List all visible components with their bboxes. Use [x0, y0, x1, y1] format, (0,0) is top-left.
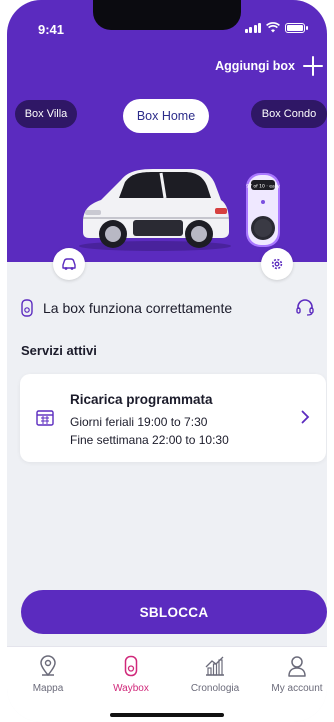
status-icons — [244, 22, 308, 33]
chip-box-home[interactable]: Box Home — [123, 99, 209, 133]
add-box-label: Aggiungi box — [215, 59, 295, 73]
map-pin-icon — [40, 655, 56, 677]
car-image — [79, 169, 231, 251]
add-box-button[interactable]: Aggiungi box — [215, 56, 323, 76]
chevron-right-icon — [301, 410, 310, 424]
chip-box-villa[interactable]: Box Villa — [15, 100, 77, 128]
chart-icon — [205, 656, 224, 676]
signal-icon — [244, 22, 261, 33]
wifi-icon — [266, 22, 280, 33]
headset-icon[interactable] — [295, 298, 315, 316]
card-title: Ricarica programmata — [70, 392, 213, 407]
status-time: 9:41 — [38, 22, 65, 37]
tab-mappa-label: Mappa — [32, 683, 64, 694]
active-services-title: Servizi attivi — [21, 343, 97, 358]
tab-mappa[interactable]: Mappa — [13, 655, 83, 694]
hero-header: 9:41 Aggiungi box Box Villa Box Home Box… — [7, 0, 327, 262]
charger-screen-text: 97 of 10 · easy — [246, 184, 280, 190]
box-status-text: La box funziona correttamente — [43, 300, 233, 316]
charger-icon — [124, 655, 138, 677]
battery-icon — [285, 22, 308, 33]
plus-icon — [303, 56, 323, 76]
tab-waybox[interactable]: Waybox — [96, 655, 166, 694]
home-indicator — [110, 713, 224, 717]
weekday-schedule: Giorni feriali 19:00 to 7:30 — [70, 415, 208, 429]
settings-button[interactable] — [261, 248, 293, 280]
charger-image: 97 of 10 · easy — [246, 173, 280, 247]
tab-cronologia[interactable]: Cronologia — [180, 655, 250, 694]
tab-cronologia-label: Cronologia — [190, 683, 240, 694]
tab-bar: Mappa Waybox Cronologia My account — [7, 646, 327, 722]
tab-my-account-label: My account — [271, 683, 323, 694]
tab-waybox-label: Waybox — [113, 683, 149, 694]
notch — [93, 0, 241, 30]
tab-my-account[interactable]: My account — [262, 655, 327, 694]
user-icon — [288, 656, 306, 677]
phone-screen: 9:41 Aggiungi box Box Villa Box Home Box… — [7, 0, 327, 722]
box-status-row: La box funziona correttamente — [21, 296, 315, 320]
scheduled-charging-card[interactable]: Ricarica programmata Giorni feriali 19:0… — [20, 374, 326, 462]
calendar-icon — [36, 410, 54, 426]
unlock-button[interactable]: SBLOCCA — [21, 590, 327, 634]
car-icon — [62, 258, 76, 270]
chip-box-condo[interactable]: Box Condo — [251, 100, 327, 128]
car-button[interactable] — [53, 248, 85, 280]
gear-icon — [271, 258, 283, 270]
charger-status-icon — [21, 299, 33, 317]
weekend-schedule: Fine settimana 22:00 to 10:30 — [70, 433, 229, 447]
